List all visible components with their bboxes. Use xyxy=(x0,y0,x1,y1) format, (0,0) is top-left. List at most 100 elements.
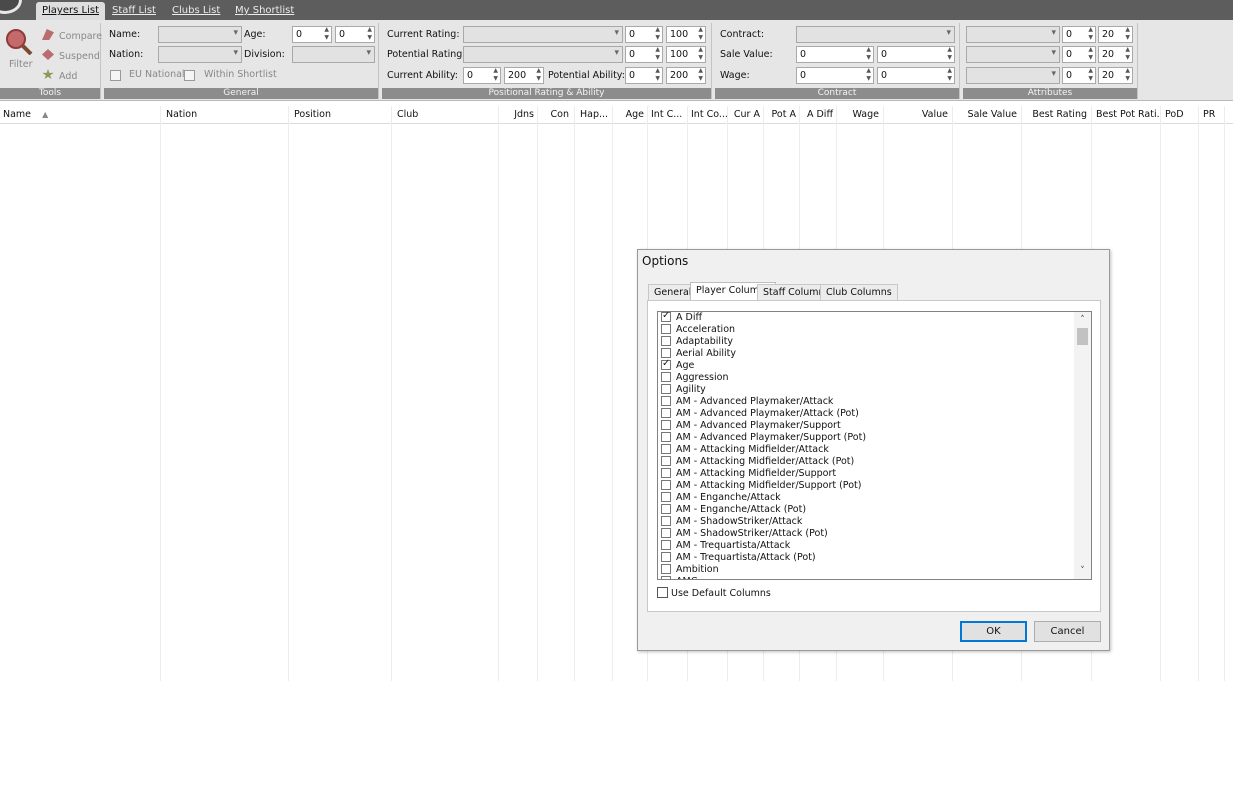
spinner-arrows-icon[interactable]: ▲ ▼ xyxy=(698,67,703,83)
checked-checkbox[interactable] xyxy=(661,312,671,322)
spinner-arrows-icon[interactable]: ▲ ▼ xyxy=(655,67,660,83)
name-combo[interactable] xyxy=(158,26,242,43)
column-header-int-caps[interactable]: Int C... xyxy=(648,106,686,124)
unchecked-checkbox[interactable] xyxy=(661,492,671,502)
unchecked-checkbox[interactable] xyxy=(661,396,671,406)
age-max-spinner[interactable]: 0 ▲ ▼ xyxy=(335,26,375,43)
column-option-item[interactable]: AMC xyxy=(658,576,1074,579)
attribute-combo-2[interactable] xyxy=(966,46,1060,63)
unchecked-checkbox[interactable] xyxy=(661,564,671,574)
unchecked-checkbox[interactable] xyxy=(661,336,671,346)
column-option-item[interactable]: Aerial Ability xyxy=(658,348,1074,360)
column-header-cur-a[interactable]: Cur A xyxy=(728,106,763,124)
potential-rating-combo[interactable] xyxy=(463,46,623,63)
spinner-arrows-icon[interactable]: ▲ ▼ xyxy=(866,46,871,62)
cancel-button[interactable]: Cancel xyxy=(1034,621,1101,642)
spinner-arrows-icon[interactable]: ▲ ▼ xyxy=(367,26,372,42)
columns-checklist[interactable]: A DiffAccelerationAdaptabilityAerial Abi… xyxy=(657,311,1092,580)
column-option-item[interactable]: AM - Trequartista/Attack xyxy=(658,540,1074,552)
spinner-arrows-icon[interactable]: ▲ ▼ xyxy=(698,26,703,42)
suspend-button[interactable]: Suspend xyxy=(42,49,100,62)
column-header-pr[interactable]: PR xyxy=(1200,106,1224,124)
column-header-position[interactable]: Position xyxy=(291,106,391,124)
pa-max-spinner[interactable]: 200 ▲ ▼ xyxy=(666,67,706,84)
column-option-item[interactable]: AM - Trequartista/Attack (Pot) xyxy=(658,552,1074,564)
scroll-up-icon[interactable]: ˄ xyxy=(1074,312,1091,328)
column-option-item[interactable]: Ambition xyxy=(658,564,1074,576)
spinner-arrows-icon[interactable]: ▲ ▼ xyxy=(324,26,329,42)
column-option-item[interactable]: Acceleration xyxy=(658,324,1074,336)
column-header-pot-a[interactable]: Pot A xyxy=(764,106,799,124)
spinner-arrows-icon[interactable]: ▲ ▼ xyxy=(655,46,660,62)
unchecked-checkbox[interactable] xyxy=(661,384,671,394)
age-min-spinner[interactable]: 0 ▲ ▼ xyxy=(292,26,332,43)
column-option-item[interactable]: AM - Attacking Midfielder/Support xyxy=(658,468,1074,480)
unchecked-checkbox[interactable] xyxy=(661,552,671,562)
column-option-item[interactable]: AM - Attacking Midfielder/Support (Pot) xyxy=(658,480,1074,492)
column-option-item[interactable]: AM - Attacking Midfielder/Attack xyxy=(658,444,1074,456)
attr1-min-spinner[interactable]: 0 ▲ ▼ xyxy=(1062,26,1096,43)
column-header-name[interactable]: Name ▲ xyxy=(0,106,160,124)
column-option-item[interactable]: Aggression xyxy=(658,372,1074,384)
wage-max-spinner[interactable]: 0 ▲ ▼ xyxy=(877,67,955,84)
attr1-max-spinner[interactable]: 20 ▲ ▼ xyxy=(1098,26,1133,43)
unchecked-checkbox[interactable] xyxy=(661,480,671,490)
tab-club-columns[interactable]: Club Columns xyxy=(820,284,898,300)
column-option-item[interactable]: A Diff xyxy=(658,312,1074,324)
eu-national-checkbox[interactable] xyxy=(110,70,121,81)
division-combo[interactable] xyxy=(292,46,375,63)
attr3-max-spinner[interactable]: 20 ▲ ▼ xyxy=(1098,67,1133,84)
use-default-columns[interactable]: Use Default Columns xyxy=(657,587,771,599)
column-option-item[interactable]: AM - Advanced Playmaker/Support xyxy=(658,420,1074,432)
sale-value-max-spinner[interactable]: 0 ▲ ▼ xyxy=(877,46,955,63)
filter-button[interactable]: Filter xyxy=(9,59,33,70)
attr3-min-spinner[interactable]: 0 ▲ ▼ xyxy=(1062,67,1096,84)
sale-value-min-spinner[interactable]: 0 ▲ ▼ xyxy=(796,46,874,63)
unchecked-checkbox[interactable] xyxy=(661,540,671,550)
spinner-arrows-icon[interactable]: ▲ ▼ xyxy=(536,67,541,83)
attribute-combo-1[interactable] xyxy=(966,26,1060,43)
pr-min-spinner[interactable]: 0 ▲ ▼ xyxy=(625,46,663,63)
unchecked-checkbox[interactable] xyxy=(661,408,671,418)
attribute-combo-3[interactable] xyxy=(966,67,1060,84)
within-shortlist-checkbox[interactable] xyxy=(184,70,195,81)
column-header-con[interactable]: Con xyxy=(538,106,572,124)
use-default-columns-checkbox[interactable] xyxy=(657,587,668,598)
attr2-min-spinner[interactable]: 0 ▲ ▼ xyxy=(1062,46,1096,63)
unchecked-checkbox[interactable] xyxy=(661,420,671,430)
spinner-arrows-icon[interactable]: ▲ ▼ xyxy=(947,46,952,62)
column-option-item[interactable]: AM - Advanced Playmaker/Support (Pot) xyxy=(658,432,1074,444)
cr-min-spinner[interactable]: 0 ▲ ▼ xyxy=(625,26,663,43)
unchecked-checkbox[interactable] xyxy=(661,468,671,478)
column-header-club[interactable]: Club xyxy=(394,106,498,124)
unchecked-checkbox[interactable] xyxy=(661,324,671,334)
column-header-jdns[interactable]: Jdns xyxy=(499,106,537,124)
spinner-arrows-icon[interactable]: ▲ ▼ xyxy=(1125,26,1130,42)
unchecked-checkbox[interactable] xyxy=(661,444,671,454)
spinner-arrows-icon[interactable]: ▲ ▼ xyxy=(866,67,871,83)
tab-players-list[interactable]: Players List xyxy=(36,2,105,20)
column-header-hap[interactable]: Hap... xyxy=(577,106,613,124)
spinner-arrows-icon[interactable]: ▲ ▼ xyxy=(1088,67,1093,83)
column-header-nation[interactable]: Nation xyxy=(163,106,287,124)
column-header-int-cons[interactable]: Int Co... xyxy=(688,106,727,124)
unchecked-checkbox[interactable] xyxy=(661,504,671,514)
column-option-item[interactable]: Adaptability xyxy=(658,336,1074,348)
column-option-item[interactable]: AM - Enganche/Attack xyxy=(658,492,1074,504)
unchecked-checkbox[interactable] xyxy=(661,576,671,579)
unchecked-checkbox[interactable] xyxy=(661,432,671,442)
column-header-age[interactable]: Age xyxy=(613,106,647,124)
column-header-pod[interactable]: PoD xyxy=(1162,106,1197,124)
column-header-wage[interactable]: Wage xyxy=(837,106,882,124)
column-option-item[interactable]: AM - Advanced Playmaker/Attack (Pot) xyxy=(658,408,1074,420)
spinner-arrows-icon[interactable]: ▲ ▼ xyxy=(947,67,952,83)
ca-min-spinner[interactable]: 0 ▲ ▼ xyxy=(463,67,501,84)
nation-combo[interactable] xyxy=(158,46,242,63)
column-option-item[interactable]: AM - ShadowStriker/Attack xyxy=(658,516,1074,528)
contract-combo[interactable] xyxy=(796,26,955,43)
spinner-arrows-icon[interactable]: ▲ ▼ xyxy=(1125,46,1130,62)
unchecked-checkbox[interactable] xyxy=(661,516,671,526)
column-header-best-rating[interactable]: Best Rating xyxy=(1022,106,1090,124)
current-rating-combo[interactable] xyxy=(463,26,623,43)
add-button[interactable]: Add xyxy=(42,69,77,82)
